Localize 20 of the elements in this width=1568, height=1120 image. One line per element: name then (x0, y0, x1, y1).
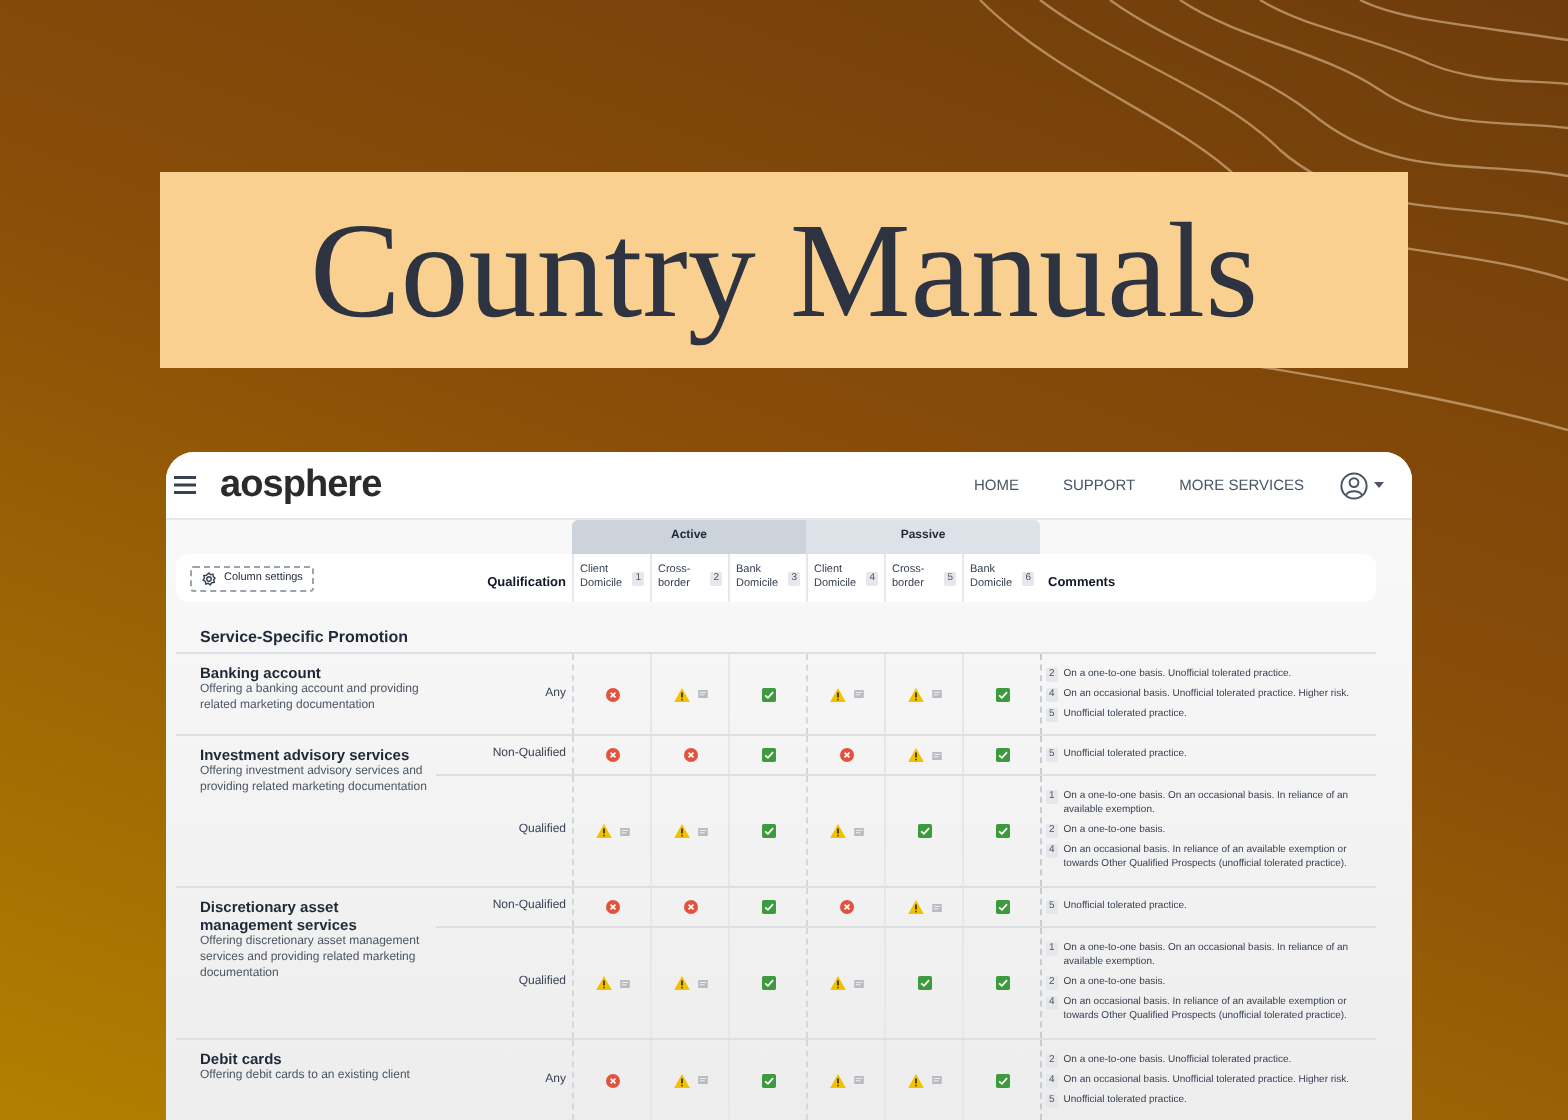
note-icon[interactable] (931, 1076, 941, 1084)
user-avatar-icon[interactable] (1340, 471, 1368, 499)
caret-icon[interactable] (1374, 482, 1384, 488)
note-icon[interactable] (619, 827, 629, 835)
logo[interactable]: aosphere (220, 466, 382, 504)
settings-icon (202, 571, 216, 585)
note-icon[interactable] (931, 903, 941, 911)
section-title: Service-Specific Promotion (200, 628, 409, 646)
note-icon[interactable] (853, 1076, 863, 1084)
menu-icon[interactable] (174, 476, 196, 494)
note-icon[interactable] (697, 1076, 707, 1084)
note-icon[interactable] (931, 751, 941, 759)
note-icon[interactable] (619, 979, 629, 987)
note-icon[interactable] (931, 690, 941, 698)
note-icon[interactable] (853, 979, 863, 987)
note-icon[interactable] (697, 690, 707, 698)
note-icon[interactable] (697, 827, 707, 835)
note-icon[interactable] (853, 827, 863, 835)
note-icon[interactable] (853, 690, 863, 698)
note-icon[interactable] (697, 979, 707, 987)
